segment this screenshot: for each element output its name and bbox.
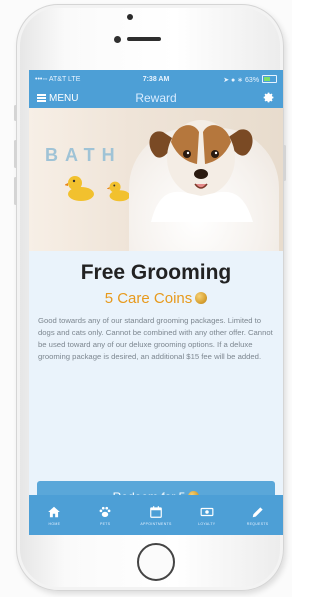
tab-bar: HOME PETS APPOINTMENTS LOYALTY REQUESTS — [29, 495, 283, 535]
nav-bar: MENU Reward — [29, 88, 283, 108]
tab-label: APPOINTMENTS — [140, 521, 172, 526]
stage: •••◦◦ AT&T LTE 7:38 AM ➤ ● ∗ 63% MENU Re… — [0, 0, 292, 597]
battery-icon — [262, 74, 277, 83]
tab-label: LOYALTY — [198, 521, 216, 526]
carrier-label: •••◦◦ AT&T LTE — [35, 75, 81, 83]
status-time: 7:38 AM — [142, 75, 170, 83]
power-button — [283, 145, 286, 181]
tab-label: REQUESTS — [246, 521, 269, 526]
tab-appointments[interactable]: APPOINTMENTS — [131, 495, 182, 535]
calendar-icon — [150, 505, 162, 518]
bath-sign: BATH — [45, 145, 122, 165]
proximity-sensor — [114, 36, 121, 43]
home-button[interactable] — [137, 543, 175, 581]
app-screen: •••◦◦ AT&T LTE 7:38 AM ➤ ● ∗ 63% MENU Re… — [29, 70, 283, 535]
volume-up-button — [14, 140, 17, 168]
volume-down-button — [14, 177, 17, 205]
tab-label: PETS — [100, 521, 111, 526]
bluetooth-icon: ∗ — [237, 76, 244, 84]
hero-image: BATH — [29, 108, 283, 251]
reward-cost: 5 Care Coins — [29, 290, 283, 307]
hamburger-icon — [37, 93, 46, 104]
rubber-duck-right — [107, 181, 130, 202]
gear-icon[interactable] — [263, 92, 275, 104]
reward-details: Free Grooming 5 Care Coins Good towards … — [29, 251, 283, 535]
menu-label: MENU — [49, 92, 79, 104]
earpiece-speaker — [127, 37, 161, 41]
ticket-icon — [200, 507, 214, 516]
rubber-duck-left — [65, 176, 94, 201]
mute-switch — [14, 105, 17, 121]
tab-label: HOME — [48, 521, 61, 526]
reward-description: Good towards any of our standard groomin… — [38, 316, 273, 361]
reward-cost-label: 5 Care Coins — [104, 290, 193, 307]
tab-pets[interactable]: PETS — [80, 495, 131, 535]
status-right: ➤ ● ∗ 63% — [201, 74, 277, 84]
tab-home[interactable]: HOME — [29, 495, 80, 535]
pencil-icon — [252, 506, 263, 517]
tab-loyalty[interactable]: LOYALTY — [181, 495, 232, 535]
dog-illustration — [149, 120, 253, 222]
tab-requests[interactable]: REQUESTS — [232, 495, 283, 535]
location-icon: ➤ — [223, 76, 230, 84]
status-bar: •••◦◦ AT&T LTE 7:38 AM ➤ ● ∗ 63% — [29, 70, 283, 88]
home-icon — [48, 506, 61, 517]
battery-percent: 63% — [245, 76, 260, 84]
alarm-icon: ● — [231, 76, 236, 84]
paw-icon — [99, 506, 111, 517]
coin-icon — [195, 292, 208, 304]
menu-button[interactable]: MENU — [37, 93, 78, 104]
reward-title: Free Grooming — [80, 261, 232, 284]
front-camera — [127, 14, 133, 20]
